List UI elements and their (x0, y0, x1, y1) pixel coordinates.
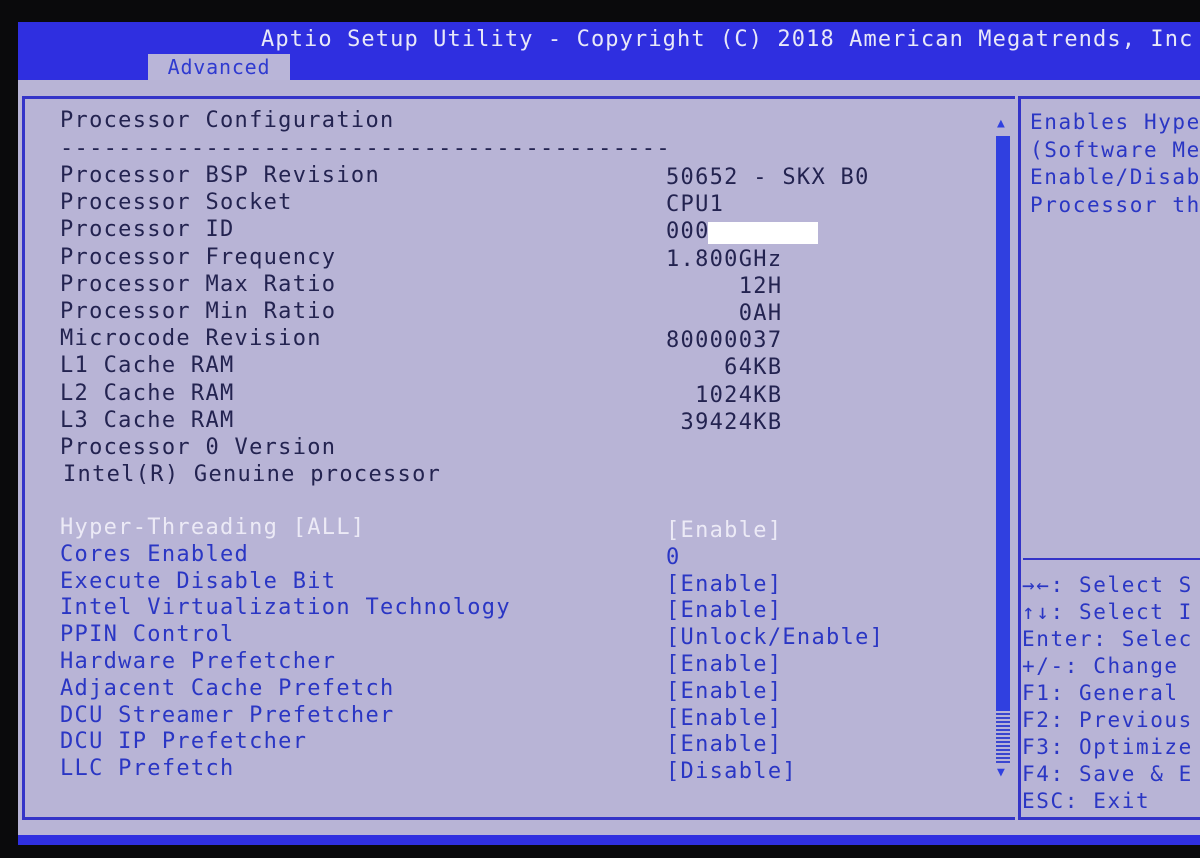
help-text: (Software Me (1030, 137, 1200, 162)
help-text: Processor th (1030, 192, 1200, 217)
setting-label[interactable]: Intel Virtualization Technology (60, 595, 511, 620)
info-label: Processor ID (60, 217, 235, 243)
app-title: Aptio Setup Utility - Copyright (C) 2018… (261, 27, 1194, 52)
info-value: CPU1 (666, 192, 725, 218)
redaction-box (708, 222, 818, 244)
setting-label[interactable]: Adjacent Cache Prefetch (60, 676, 395, 701)
info-value: 64KB (666, 355, 783, 381)
key-hint: F1: General (1022, 681, 1193, 705)
setting-label[interactable]: Execute Disable Bit (60, 569, 336, 594)
setup-screen: Processor Configuration ----------------… (18, 80, 1200, 835)
separator: ----------------------------------------… (60, 136, 671, 161)
info-value: 80000037 (666, 328, 783, 354)
scroll-up-icon[interactable]: ▲ (997, 116, 1005, 131)
setting-value[interactable]: 0 (666, 545, 681, 570)
help-text: Enable/Disab (1030, 165, 1200, 189)
info-label: Intel(R) Genuine processor (63, 462, 442, 488)
section-title: Processor Configuration (60, 108, 395, 133)
info-label: L3 Cache RAM (60, 407, 235, 433)
setting-value[interactable]: [Enable] (666, 706, 782, 731)
key-hint: ↑↓: Select I (1022, 600, 1193, 624)
info-value: 000 (666, 219, 710, 245)
setting-value[interactable]: [Unlock/Enable] (666, 625, 884, 650)
help-text: Enables Hype (1030, 110, 1200, 134)
key-hint: +/-: Change (1022, 654, 1193, 678)
setting-label[interactable]: LLC Prefetch (60, 756, 235, 781)
setting-value[interactable]: [Enable] (666, 732, 782, 757)
setting-value[interactable]: [Enable] (666, 518, 782, 543)
info-value: 39424KB (666, 409, 783, 435)
key-hint: Enter: Selec (1022, 627, 1193, 651)
scroll-down-icon[interactable]: ▼ (997, 765, 1005, 780)
info-value: 1.800GHz (666, 246, 783, 272)
key-hint: F4: Save & E (1022, 762, 1193, 786)
info-value: 0AH (666, 301, 783, 326)
setting-value[interactable]: [Enable] (666, 572, 782, 597)
bottom-bar (18, 835, 1200, 845)
info-label: Microcode Revision (60, 326, 322, 352)
info-label: Processor Min Ratio (60, 299, 337, 324)
setting-value[interactable]: [Enable] (666, 598, 782, 623)
title-bar: Aptio Setup Utility - Copyright (C) 2018… (18, 22, 1200, 80)
setting-label[interactable]: PPIN Control (60, 622, 235, 647)
info-label: L1 Cache RAM (60, 353, 235, 379)
key-hint: F3: Optimize (1022, 735, 1193, 759)
info-value: 1024KB (666, 382, 783, 408)
setting-label[interactable]: DCU IP Prefetcher (60, 729, 307, 754)
info-label: Processor Max Ratio (60, 271, 337, 297)
info-label: Processor Socket (60, 190, 293, 216)
key-hint: F2: Previous (1022, 708, 1193, 732)
setting-label[interactable]: Hardware Prefetcher (60, 649, 336, 674)
key-hint: →←: Select S (1022, 573, 1193, 597)
setting-value[interactable]: [Disable] (666, 759, 797, 784)
setting-label[interactable]: Cores Enabled (60, 542, 249, 567)
info-label: L2 Cache RAM (60, 380, 235, 406)
info-value: 50652 - SKX B0 (666, 165, 870, 190)
info-value: 12H (666, 273, 783, 299)
scrollbar-thumb[interactable] (996, 136, 1010, 711)
setting-value[interactable]: [Enable] (666, 679, 782, 704)
scrollbar-track[interactable] (996, 711, 1010, 763)
setting-label[interactable]: DCU Streamer Prefetcher (60, 703, 395, 728)
tab-advanced[interactable]: Advanced (148, 54, 290, 80)
help-divider (1023, 558, 1200, 560)
info-label: Processor 0 Version (60, 435, 337, 460)
info-label: Processor BSP Revision (60, 163, 380, 188)
setting-label[interactable]: Hyper-Threading [ALL] (60, 515, 365, 540)
key-hint: ESC: Exit (1022, 789, 1151, 813)
setting-value[interactable]: [Enable] (666, 652, 782, 677)
info-label: Processor Frequency (60, 244, 337, 270)
